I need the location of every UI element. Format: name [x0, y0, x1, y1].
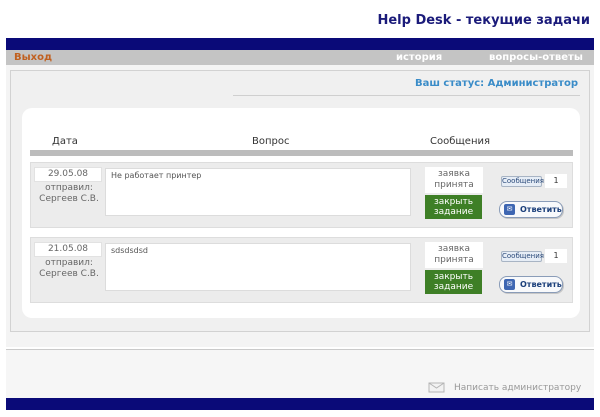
bottom-band — [6, 398, 594, 410]
sent-label: отправил: — [45, 258, 93, 268]
top-band — [6, 38, 594, 50]
column-header-date: Дата — [52, 136, 78, 147]
faq-link[interactable]: вопросы-ответы — [489, 52, 583, 63]
messages-button[interactable]: Сообщения — [501, 176, 544, 187]
reply-button[interactable]: ✉ Ответить — [499, 201, 563, 218]
history-link[interactable]: история — [396, 52, 442, 63]
reply-icon: ✉ — [504, 279, 515, 290]
close-task-button[interactable]: закрыть задание — [425, 195, 482, 219]
reply-label: Ответить — [520, 205, 562, 214]
ticket-question: Не работает принтер — [105, 168, 411, 216]
ticket-date: 21.05.08 — [34, 242, 102, 257]
ticket-status: заявка принята — [425, 167, 483, 193]
status-divider — [233, 95, 580, 96]
reply-icon: ✉ — [504, 204, 515, 215]
exit-link[interactable]: Выход — [14, 52, 52, 63]
messages-button[interactable]: Сообщения — [501, 251, 544, 262]
messages-count: 1 — [545, 249, 567, 263]
messages-count: 1 — [545, 174, 567, 188]
ticket-row: 29.05.08 отправил: Сергеев С.В. Не работ… — [30, 162, 573, 228]
ticket-status: заявка принята — [425, 242, 483, 268]
column-header-messages: Сообщения — [430, 136, 491, 147]
reply-button[interactable]: ✉ Ответить — [499, 276, 563, 293]
header-rule — [30, 150, 573, 156]
navbar: Выход история вопросы-ответы — [6, 50, 594, 65]
close-task-button[interactable]: закрыть задание — [425, 270, 482, 294]
ticket-sender: Сергеев С.В. — [39, 269, 99, 279]
ticket-row: 21.05.08 отправил: Сергеев С.В. sdsdsdsd… — [30, 237, 573, 303]
app-title: Help Desk - текущие задачи — [377, 13, 590, 28]
mail-icon[interactable] — [428, 380, 446, 393]
sent-label: отправил: — [45, 183, 93, 193]
user-status: Ваш статус: Администратор — [414, 78, 578, 89]
column-header-question: Вопрос — [252, 136, 290, 147]
ticket-question: sdsdsdsd — [105, 243, 411, 291]
ticket-date: 29.05.08 — [34, 167, 102, 182]
ticket-sender: Сергеев С.В. — [39, 194, 99, 204]
reply-label: Ответить — [520, 280, 562, 289]
write-admin-link[interactable]: Написать администратору — [454, 383, 581, 393]
